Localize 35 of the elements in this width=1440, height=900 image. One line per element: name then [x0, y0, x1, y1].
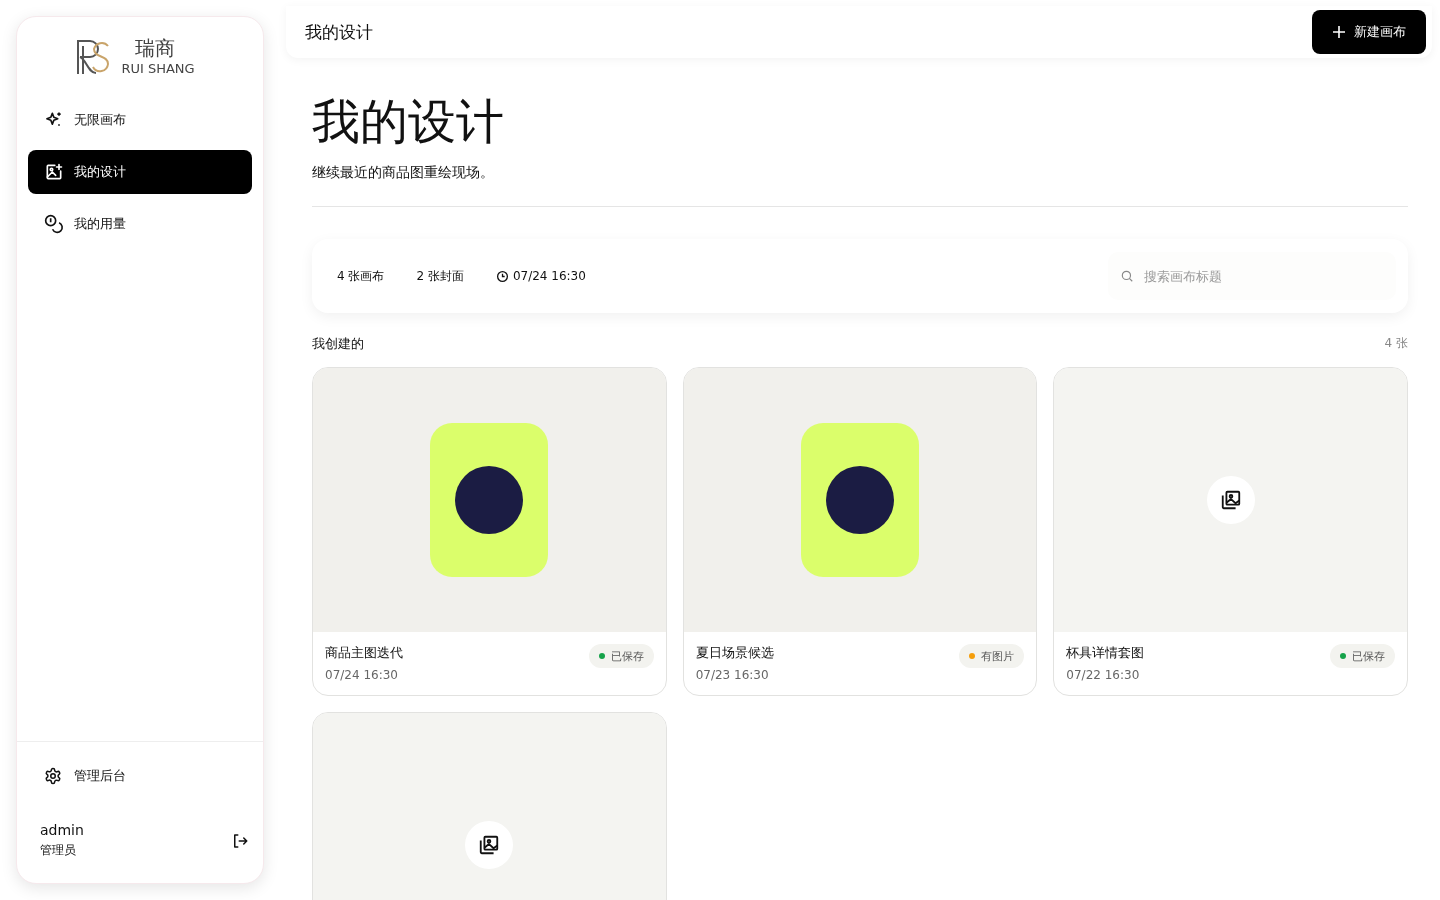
stat-text: 2 张封面	[416, 267, 464, 285]
settings-icon	[44, 767, 62, 785]
card-date: 07/24 16:30	[325, 668, 399, 682]
user-role: 管理员	[40, 842, 77, 859]
image-gallery-icon	[1219, 489, 1242, 511]
page-title: 我的设计	[305, 20, 373, 44]
plus-icon	[1332, 25, 1346, 39]
heading: 我的设计	[312, 92, 505, 150]
nav-item[interactable]: 无限画布	[28, 98, 252, 142]
stat-text: 4 张画布	[337, 267, 385, 285]
logout-icon[interactable]	[231, 831, 249, 850]
admin-link[interactable]: 管理后台	[44, 766, 236, 786]
nav-item[interactable]: 我的用量	[28, 202, 252, 246]
status-badge: 已保存	[588, 644, 654, 668]
image-gallery-icon	[478, 834, 501, 856]
card-date: 07/22 16:30	[1066, 668, 1141, 682]
updated-time: 07/24 16:30	[512, 269, 586, 283]
brand-subtitle: RUI SHANG	[121, 61, 195, 76]
image-edit-icon	[44, 162, 64, 182]
coins-icon	[44, 214, 64, 234]
card-title: 商品主图迭代	[325, 644, 403, 662]
item-count: 4 张	[1384, 335, 1408, 352]
new-canvas-button[interactable]: 新建画布	[1312, 10, 1426, 54]
subtitle: 继续最近的商品图重绘现场。	[312, 164, 1408, 207]
card-date: 07/23 16:30	[695, 668, 770, 682]
card-title: 杯具详情套图	[1066, 644, 1145, 662]
brand-name: 瑞商	[135, 37, 177, 59]
card-title: 夏日场景候选	[695, 644, 774, 662]
user-name: admin	[40, 822, 84, 838]
status-badge: 已保存	[1330, 644, 1395, 668]
section-title: 我创建的	[312, 335, 364, 353]
search-icon	[1120, 269, 1134, 283]
status-badge: 有图片	[959, 644, 1025, 668]
nav-item[interactable]: 我的设计	[28, 150, 252, 194]
clock-icon	[495, 269, 509, 283]
